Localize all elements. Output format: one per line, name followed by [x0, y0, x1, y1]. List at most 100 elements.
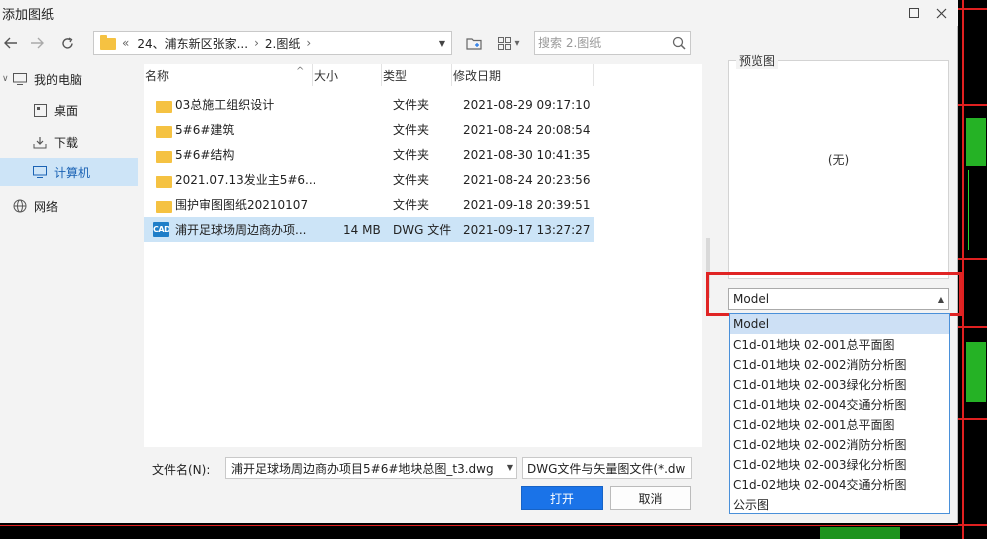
column-header-date[interactable]: 修改日期: [452, 64, 594, 86]
dialog-title: 添加图纸: [2, 8, 55, 23]
breadcrumb-overflow[interactable]: «: [122, 36, 129, 50]
table-row[interactable]: 5#6#结构 文件夹 2021-08-30 10:41:35: [144, 142, 594, 167]
layout-option[interactable]: C1d-02地块 02-004交通分析图: [730, 474, 949, 494]
cad-line: [958, 104, 987, 106]
layout-option[interactable]: C1d-01地块 02-003绿化分析图: [730, 374, 949, 394]
nav-item-label: 下载: [54, 135, 79, 150]
preview-empty-text: (无): [827, 153, 850, 167]
nav-item-desktop[interactable]: 桌面: [0, 96, 138, 124]
nav-item-my-computer[interactable]: ∨ 我的电脑: [0, 65, 138, 93]
cad-line: [958, 326, 987, 328]
desktop-icon: [32, 102, 48, 118]
filetype-value: DWG文件与矢量图文件(*.dw: [527, 461, 686, 476]
table-row[interactable]: 2021.07.13发业主5#6... 文件夹 2021-08-24 20:23…: [144, 167, 594, 192]
folder-icon: [156, 201, 172, 213]
filename-value: 浦开足球场周边商办项目5#6#地块总图_t3.dwg: [231, 461, 494, 476]
search-input[interactable]: [535, 32, 669, 54]
file-type: 文件夹: [393, 173, 430, 187]
file-name: 5#6#结构: [175, 148, 235, 162]
cad-block: [966, 118, 986, 166]
cad-line: [968, 170, 969, 250]
computer-icon: [32, 164, 48, 180]
layout-option[interactable]: C1d-02地块 02-002消防分析图: [730, 434, 949, 454]
breadcrumb-separator[interactable]: ›: [254, 36, 259, 50]
file-type: 文件夹: [393, 98, 430, 112]
sort-up-icon: ^: [296, 66, 305, 77]
cad-block: [966, 342, 986, 402]
file-name: 2021.07.13发业主5#6...: [175, 173, 315, 187]
file-date: 2021-08-24 20:23:56: [463, 172, 591, 187]
folder-icon: [156, 101, 172, 113]
column-header-name[interactable]: 名称 ^: [144, 64, 313, 86]
file-date: 2021-08-30 10:41:35: [463, 147, 591, 162]
open-button[interactable]: 打开: [521, 486, 603, 510]
list-header: 名称 ^ 大小 类型 修改日期: [144, 64, 594, 86]
cad-file-icon: CAD: [153, 222, 169, 237]
layout-option[interactable]: C1d-01地块 02-004交通分析图: [730, 394, 949, 414]
layout-option[interactable]: C1d-01地块 02-001总平面图: [730, 334, 949, 354]
nav-item-label: 我的电脑: [34, 72, 83, 87]
file-date: 2021-08-24 20:08:54: [463, 122, 591, 137]
maximize-button[interactable]: [902, 2, 926, 24]
refresh-button[interactable]: [56, 32, 78, 54]
address-bar[interactable]: « 24、浦东新区张家... › 2.图纸 › ▼: [93, 31, 452, 55]
back-button[interactable]: [0, 32, 22, 54]
table-row[interactable]: 03总施工组织设计 文件夹 2021-08-29 09:17:10: [144, 92, 594, 117]
file-date: 2021-09-17 13:27:27: [463, 222, 591, 237]
layout-option[interactable]: C1d-01地块 02-002消防分析图: [730, 354, 949, 374]
new-folder-button[interactable]: [464, 32, 484, 54]
cancel-button[interactable]: 取消: [610, 486, 691, 510]
layout-option[interactable]: C1d-02地块 02-001总平面图: [730, 414, 949, 434]
search-box[interactable]: [534, 31, 691, 55]
layout-option[interactable]: 公示图: [730, 494, 949, 514]
column-label: 修改日期: [453, 68, 502, 83]
file-type: 文件夹: [393, 198, 430, 212]
chevron-down-icon[interactable]: ∨: [2, 74, 12, 84]
column-label: 大小: [314, 68, 339, 83]
layout-option[interactable]: Model: [730, 314, 949, 334]
cad-line: [958, 524, 987, 526]
file-type: 文件夹: [393, 148, 430, 162]
file-name: 浦开足球场周边商办项...: [175, 223, 307, 237]
nav-item-downloads[interactable]: 下载: [0, 128, 138, 156]
chevron-down-icon[interactable]: ▼: [507, 463, 513, 472]
nav-item-network[interactable]: 网络: [0, 192, 138, 220]
folder-icon: [156, 151, 172, 163]
chevron-down-icon: ▾: [514, 37, 520, 49]
cad-line: [0, 525, 958, 526]
column-header-size[interactable]: 大小: [313, 64, 382, 86]
title-bar: 添加图纸: [0, 0, 958, 26]
table-row[interactable]: CAD 浦开足球场周边商办项... 14 MB DWG 文件 2021-09-1…: [144, 217, 594, 242]
nav-item-computer[interactable]: 计算机: [0, 158, 138, 186]
nav-item-label: 计算机: [54, 165, 91, 180]
cad-bottom-strip: [0, 523, 958, 539]
file-name: 5#6#建筑: [175, 123, 235, 137]
preview-label: 预览图: [736, 52, 779, 69]
table-row[interactable]: 围护审图图纸20210107 文件夹 2021-09-18 20:39:51: [144, 192, 594, 217]
layout-dropdown-list: Model C1d-01地块 02-001总平面图 C1d-01地块 02-00…: [729, 313, 950, 514]
folder-icon: [100, 35, 116, 50]
column-header-type[interactable]: 类型: [382, 64, 452, 86]
filetype-select[interactable]: DWG文件与矢量图文件(*.dw: [522, 457, 692, 479]
search-icon[interactable]: [672, 36, 686, 50]
layout-option[interactable]: C1d-02地块 02-003绿化分析图: [730, 454, 949, 474]
breadcrumb-separator[interactable]: ›: [306, 36, 311, 50]
cad-background: [958, 0, 987, 539]
chevron-down-icon[interactable]: ▼: [435, 32, 449, 54]
forward-button[interactable]: [26, 32, 48, 54]
close-icon: [936, 8, 946, 18]
file-type: DWG 文件: [393, 223, 452, 237]
breadcrumb-item[interactable]: 24、浦东新区张家...: [137, 35, 248, 52]
table-row[interactable]: 5#6#建筑 文件夹 2021-08-24 20:08:54: [144, 117, 594, 142]
cad-line: [958, 258, 987, 260]
column-label: 名称: [145, 68, 170, 83]
cad-line: [958, 8, 987, 10]
file-list: 名称 ^ 大小 类型 修改日期 03总施工组织设计 文件夹 2021-08-29…: [144, 64, 702, 447]
file-type: 文件夹: [393, 123, 430, 137]
breadcrumb-item[interactable]: 2.图纸: [265, 35, 300, 52]
refresh-icon: [61, 36, 73, 49]
folder-icon: [156, 176, 172, 188]
filename-field[interactable]: 浦开足球场周边商办项目5#6#地块总图_t3.dwg ▼: [225, 457, 517, 479]
view-mode-button[interactable]: ▾: [494, 32, 524, 54]
close-button[interactable]: [929, 2, 953, 24]
